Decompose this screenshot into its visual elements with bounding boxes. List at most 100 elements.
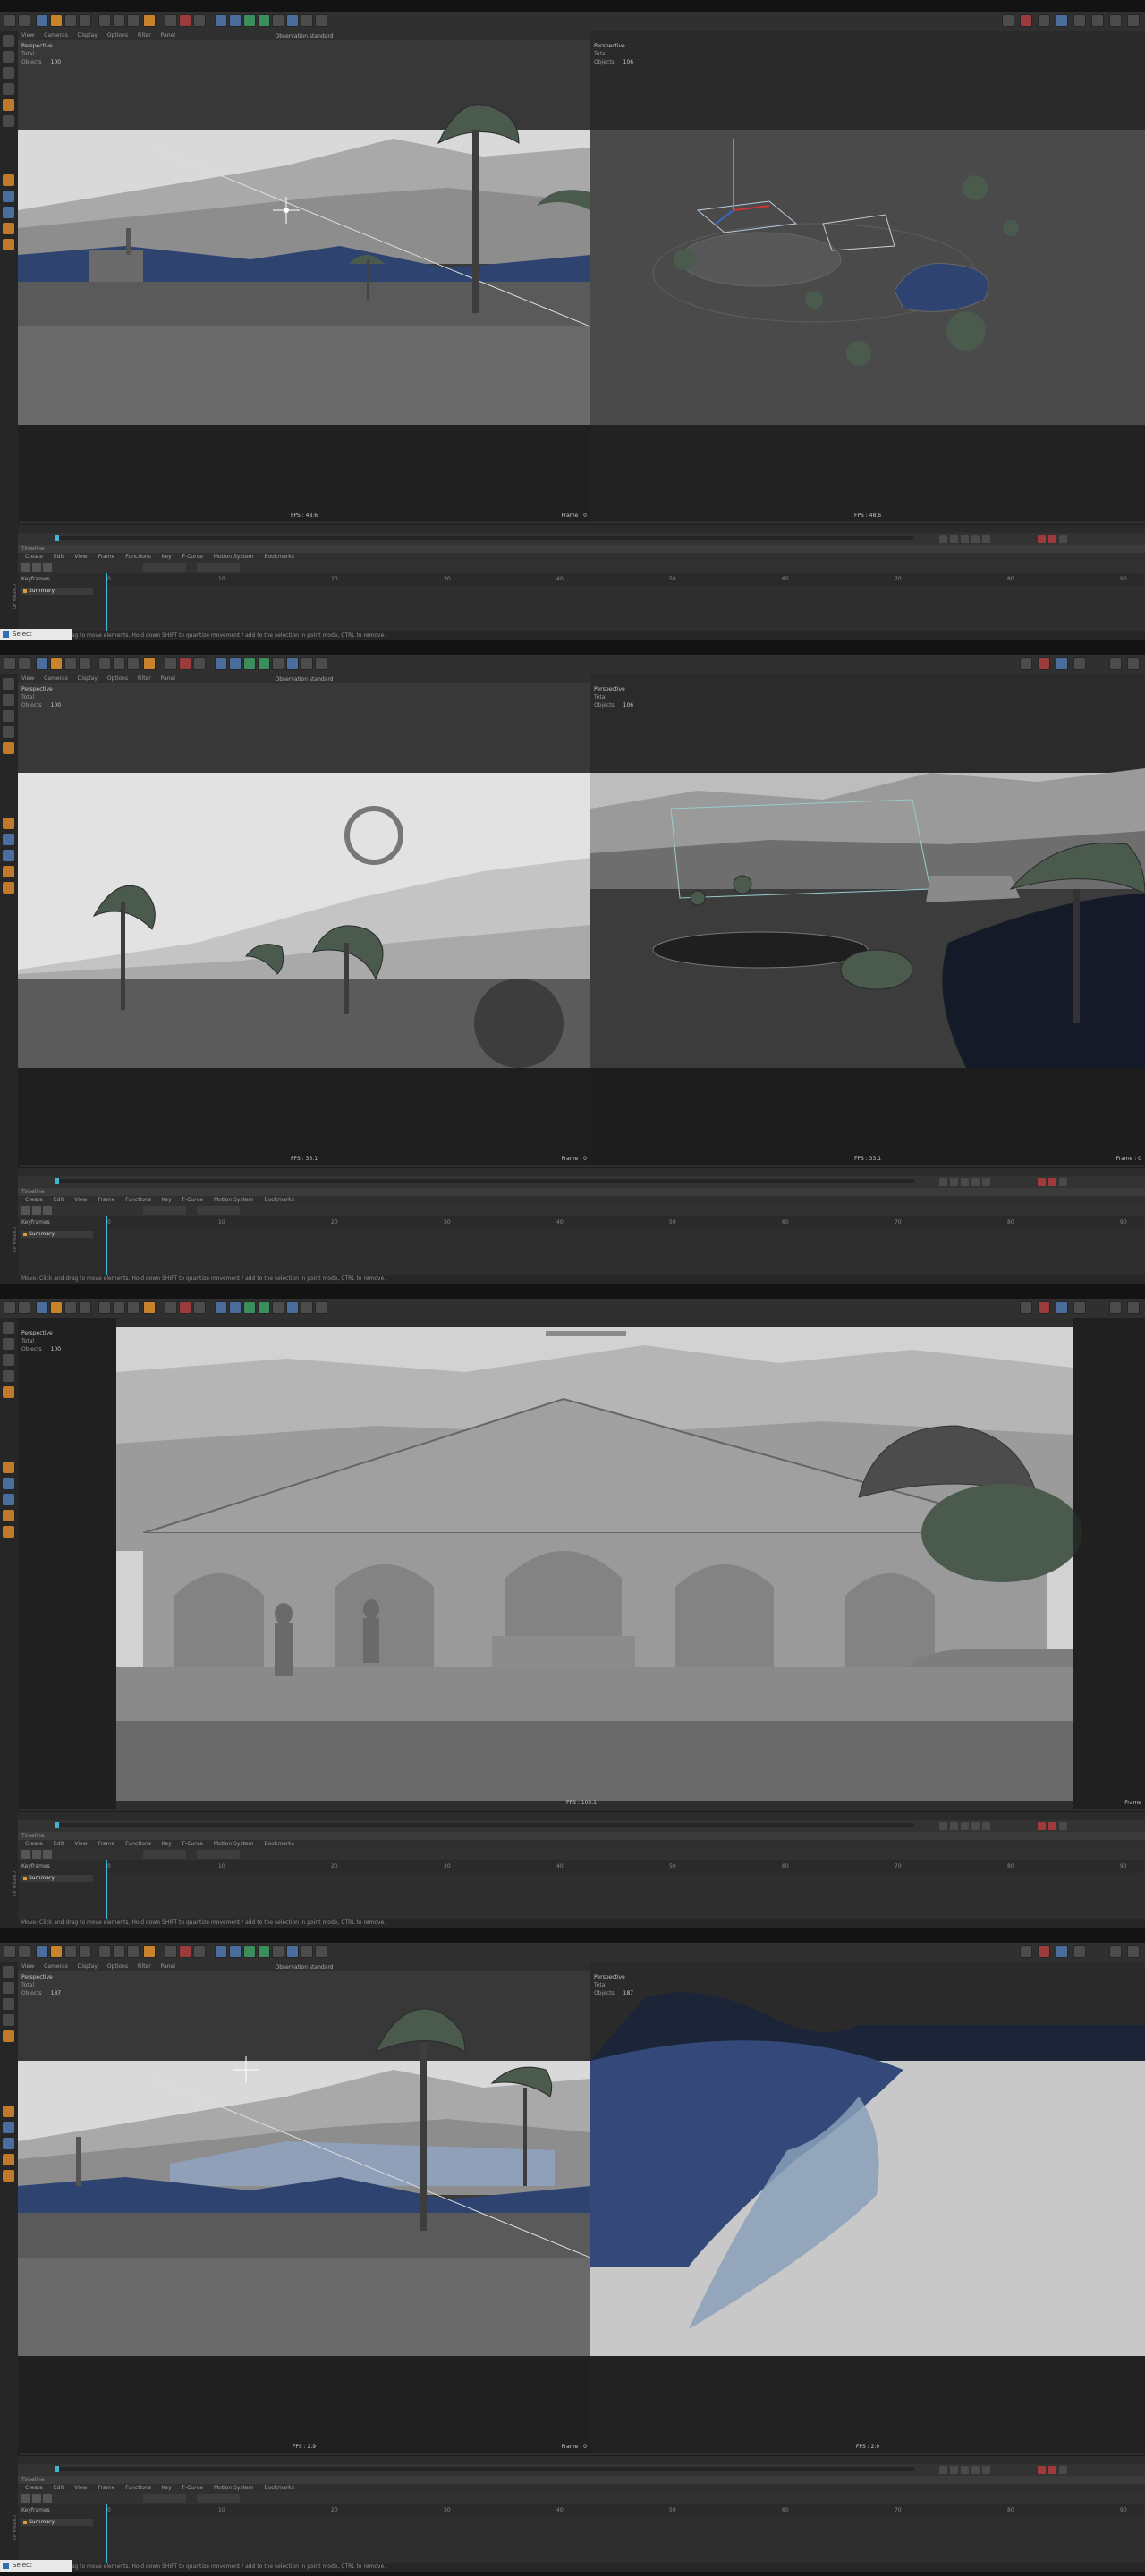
x-axis-icon[interactable] <box>98 14 111 27</box>
menu-view[interactable]: View <box>21 675 34 682</box>
snap-icon[interactable] <box>3 174 14 186</box>
record-icon[interactable] <box>1038 2466 1046 2474</box>
anim-menu-key[interactable]: Key <box>162 1841 172 1847</box>
settings-icon[interactable] <box>1073 1945 1086 1958</box>
timeline-bar[interactable] <box>18 1167 1145 1188</box>
workspace-icon[interactable] <box>1056 657 1068 670</box>
layout-switch-icon[interactable] <box>1020 14 1032 27</box>
timeline-bar[interactable] <box>18 1811 1145 1832</box>
keyframe-grid[interactable] <box>106 1873 1143 1919</box>
point-mode-icon[interactable] <box>3 1370 14 1382</box>
timeline-scrubber[interactable] <box>55 2467 914 2471</box>
redo-icon[interactable] <box>18 14 30 27</box>
goto-end-icon[interactable] <box>982 1822 990 1830</box>
nurbs-icon[interactable] <box>243 14 256 27</box>
render-view-icon[interactable] <box>165 657 177 670</box>
settings-icon[interactable] <box>1073 657 1086 670</box>
anim-field[interactable] <box>143 1206 186 1215</box>
camera-icon[interactable] <box>301 14 313 27</box>
z-axis-icon[interactable] <box>127 657 140 670</box>
move-icon[interactable] <box>50 1945 63 1958</box>
point-mode-icon[interactable] <box>3 2014 14 2026</box>
left-viewport[interactable]: View Cameras Display Options Filter Pane… <box>18 31 591 521</box>
workplane-icon[interactable] <box>3 1478 14 1489</box>
select-icon[interactable] <box>36 14 48 27</box>
anim-tool-icon[interactable] <box>43 1850 52 1859</box>
menu-panel[interactable]: Panel <box>161 675 175 682</box>
timeline-bar[interactable] <box>18 2455 1145 2476</box>
anim-menu-fcurve[interactable]: F-Curve <box>182 2485 203 2491</box>
layout-switch-icon[interactable] <box>1038 1301 1050 1314</box>
left-viewport[interactable]: View Cameras Display Options Filter Pane… <box>18 1962 591 2453</box>
paint-icon[interactable] <box>3 1526 14 1538</box>
render-view-icon[interactable] <box>165 14 177 27</box>
workspace-icon[interactable] <box>1056 1301 1068 1314</box>
autokey-icon[interactable] <box>1048 1822 1056 1830</box>
render-view-icon[interactable] <box>165 1945 177 1958</box>
array-icon[interactable] <box>258 1945 270 1958</box>
anim-tool-icon[interactable] <box>21 1850 30 1859</box>
scale-icon[interactable] <box>64 1945 77 1958</box>
menu-cameras[interactable]: Cameras <box>44 675 68 682</box>
anim-menu-frame[interactable]: Frame <box>98 2485 115 2491</box>
summary-track[interactable]: Summary <box>21 1875 93 1882</box>
lock-icon[interactable] <box>3 2138 14 2149</box>
select-icon[interactable] <box>36 1945 48 1958</box>
anim-menu-fcurve[interactable]: F-Curve <box>182 1197 203 1203</box>
anim-menu-motion[interactable]: Motion System <box>214 554 254 560</box>
anim-menu-create[interactable]: Create <box>25 554 43 560</box>
summary-track[interactable]: Summary <box>21 2519 93 2526</box>
anim-menu-motion[interactable]: Motion System <box>214 1197 254 1203</box>
anim-tool-icon[interactable] <box>32 1206 41 1215</box>
anim-tool-icon[interactable] <box>32 563 41 572</box>
menu-filter[interactable]: Filter <box>138 675 151 682</box>
camera-icon[interactable] <box>301 657 313 670</box>
paint-icon[interactable] <box>3 882 14 894</box>
deformer-icon[interactable] <box>272 657 284 670</box>
model-mode-icon[interactable] <box>3 35 14 47</box>
deformer-icon[interactable] <box>272 1945 284 1958</box>
workplane-icon[interactable] <box>3 191 14 202</box>
redo-icon[interactable] <box>18 1945 30 1958</box>
cube-icon[interactable] <box>215 1945 227 1958</box>
anim-menu-frame[interactable]: Frame <box>98 1841 115 1847</box>
sculpt-icon[interactable] <box>3 1510 14 1521</box>
rotate-icon[interactable] <box>79 1301 91 1314</box>
anim-menu-edit[interactable]: Edit <box>54 2485 64 2491</box>
settings-icon[interactable] <box>1073 1301 1086 1314</box>
keyframe-grid[interactable] <box>106 2517 1143 2563</box>
cube-icon[interactable] <box>215 1301 227 1314</box>
play-icon[interactable] <box>961 1822 969 1830</box>
coordinate-icon[interactable] <box>143 1945 156 1958</box>
menu-options[interactable]: Options <box>107 675 128 682</box>
edge-mode-icon[interactable] <box>3 742 14 754</box>
timeline-scrubber[interactable] <box>55 536 914 540</box>
point-mode-icon[interactable] <box>3 83 14 95</box>
record-icon[interactable] <box>1038 1178 1046 1186</box>
autokey-icon[interactable] <box>1048 1178 1056 1186</box>
anim-menu-bookmarks[interactable]: Bookmarks <box>264 2485 294 2491</box>
anim-field[interactable] <box>143 563 186 572</box>
render-settings-icon[interactable] <box>193 14 206 27</box>
move-icon[interactable] <box>50 1301 63 1314</box>
y-axis-icon[interactable] <box>113 657 125 670</box>
anim-menu-motion[interactable]: Motion System <box>214 2485 254 2491</box>
undo-icon[interactable] <box>4 1301 16 1314</box>
playhead[interactable] <box>106 573 107 631</box>
settings-icon[interactable] <box>1073 14 1086 27</box>
frame-ruler[interactable]: 0 10 20 30 40 50 60 70 80 90 <box>106 1216 1143 1229</box>
x-axis-icon[interactable] <box>98 1301 111 1314</box>
spline-icon[interactable] <box>229 657 242 670</box>
next-frame-icon[interactable] <box>971 535 980 543</box>
goto-end-icon[interactable] <box>982 1178 990 1186</box>
edge-mode-icon[interactable] <box>3 2030 14 2042</box>
deformer-icon[interactable] <box>272 1301 284 1314</box>
texture-mode-icon[interactable] <box>3 1338 14 1350</box>
right-viewport[interactable]: Perspective Total Objects 106 FPS : 33.1 … <box>590 674 1145 1165</box>
camera-icon[interactable] <box>301 1301 313 1314</box>
render-settings-icon[interactable] <box>193 657 206 670</box>
light-icon[interactable] <box>315 1945 327 1958</box>
z-axis-icon[interactable] <box>127 14 140 27</box>
anim-menu-motion[interactable]: Motion System <box>214 1841 254 1847</box>
rotate-icon[interactable] <box>79 14 91 27</box>
